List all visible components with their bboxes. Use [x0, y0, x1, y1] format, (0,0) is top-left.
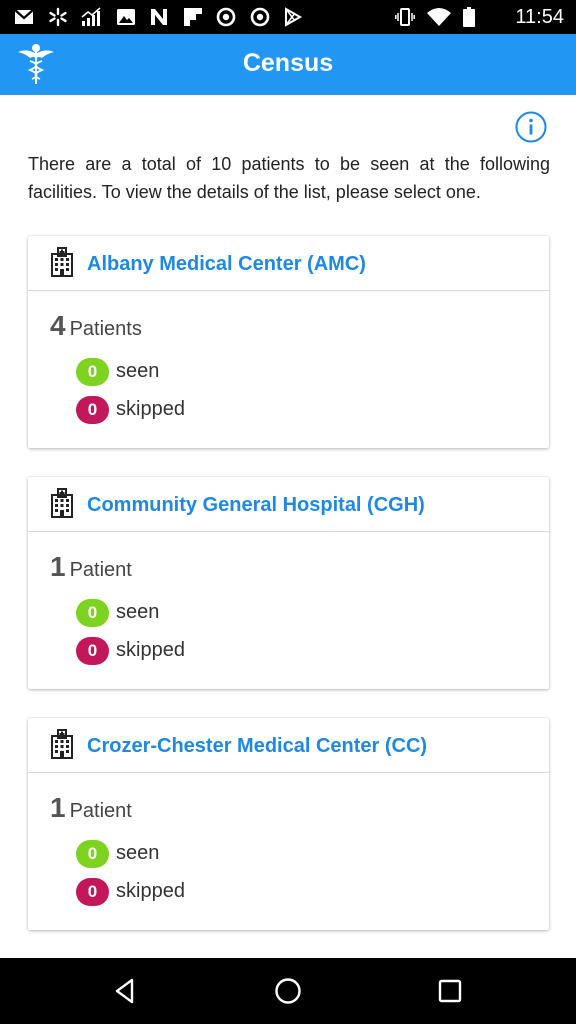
- facility-card-header[interactable]: Community General Hospital (CGH): [28, 477, 549, 532]
- seen-badge: 0: [76, 599, 109, 627]
- seen-badge: 0: [76, 840, 109, 868]
- patient-count-number: 1: [50, 551, 66, 582]
- facility-card[interactable]: Crozer-Chester Medical Center (CC) 1 Pati…: [28, 718, 549, 930]
- skipped-badge: 0: [76, 878, 109, 906]
- navigation-bar: [0, 958, 576, 1024]
- facility-name[interactable]: Community General Hospital (CGH): [87, 494, 425, 517]
- facility-card[interactable]: Community General Hospital (CGH) 1 Patien…: [28, 477, 549, 689]
- signal-chart-icon: [81, 7, 101, 26]
- home-icon[interactable]: [272, 975, 304, 1007]
- skipped-label: skipped: [116, 639, 185, 661]
- seen-badge: 0: [76, 358, 109, 386]
- battery-icon: [463, 7, 475, 27]
- patient-count: 4 Patients: [50, 310, 142, 342]
- patient-count-number: 4: [50, 310, 66, 341]
- seen-label: seen: [116, 842, 160, 864]
- target-icon: [216, 7, 236, 27]
- play-store-icon: [285, 7, 303, 27]
- seen-label: seen: [116, 601, 160, 623]
- n-logo-icon: [151, 9, 167, 25]
- wifi-icon: [427, 8, 451, 26]
- skipped-badge: 0: [76, 637, 109, 665]
- facility-card-header[interactable]: Crozer-Chester Medical Center (CC): [28, 718, 549, 773]
- facility-card-header[interactable]: Albany Medical Center (AMC): [28, 236, 549, 291]
- patient-count: 1 Patient: [50, 792, 132, 824]
- app-bar: Census: [0, 34, 576, 95]
- asterisk-icon: [49, 7, 67, 27]
- target-icon: [250, 7, 270, 27]
- skipped-label: skipped: [116, 398, 185, 420]
- info-icon[interactable]: [515, 111, 547, 143]
- status-time: 11:54: [515, 6, 564, 28]
- vibrate-icon: [395, 8, 415, 26]
- image-icon: [117, 9, 135, 25]
- hospital-icon: [51, 247, 73, 277]
- patient-count-label: Patients: [69, 318, 142, 340]
- patient-count-number: 1: [50, 792, 66, 823]
- hospital-icon: [51, 488, 73, 518]
- patient-count: 1 Patient: [50, 551, 132, 583]
- facility-name[interactable]: Crozer-Chester Medical Center (CC): [87, 735, 427, 758]
- hospital-icon: [51, 729, 73, 759]
- back-icon[interactable]: [110, 975, 142, 1007]
- skipped-badge: 0: [76, 396, 109, 424]
- gmail-icon: [14, 9, 34, 24]
- status-bar: 11:54: [0, 0, 576, 34]
- recents-icon[interactable]: [434, 975, 466, 1007]
- facility-name[interactable]: Albany Medical Center (AMC): [87, 253, 366, 276]
- intro-text: There are a total of 10 patients to be s…: [28, 154, 550, 202]
- facility-card[interactable]: Albany Medical Center (AMC) 4 Patients 0 …: [28, 236, 549, 448]
- patient-count-label: Patient: [69, 800, 132, 822]
- seen-label: seen: [116, 360, 160, 382]
- page-title: Census: [242, 49, 334, 77]
- flipboard-icon: [184, 8, 202, 26]
- patient-count-label: Patient: [69, 559, 132, 581]
- skipped-label: skipped: [116, 880, 185, 902]
